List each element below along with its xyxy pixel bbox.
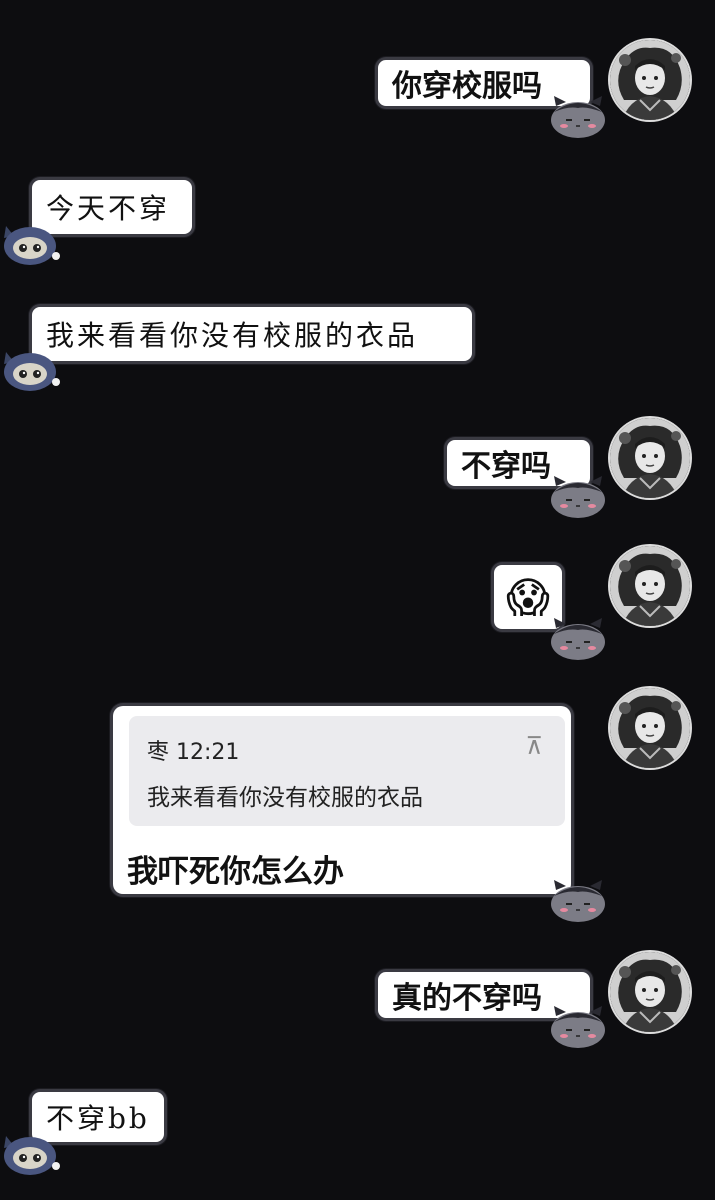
pin-top-icon[interactable]: ⊼ — [525, 732, 543, 760]
sender-avatar[interactable] — [610, 418, 690, 498]
sender-avatar[interactable] — [610, 40, 690, 120]
quote-meta: 枣 12:21 — [147, 734, 239, 766]
quote-text: 我来看看你没有校服的衣品 — [147, 785, 423, 811]
message-text: 你穿校服吗 — [392, 69, 542, 104]
sender-avatar[interactable] — [610, 546, 690, 626]
message-text: 真的不穿吗 — [392, 981, 542, 1016]
message-bubble-received[interactable]: 我来看看你没有校服的衣品 — [32, 307, 472, 361]
blue-ninja-blob-sticker — [0, 344, 64, 392]
message-text: 我吓死你怎么办 — [127, 854, 344, 890]
gray-cat-blob-sticker — [546, 876, 610, 924]
gray-cat-blob-sticker — [546, 1002, 610, 1050]
sender-avatar[interactable] — [610, 952, 690, 1032]
quote-reply-bubble[interactable]: 枣 12:21 我来看看你没有校服的衣品 ⊼ 我吓死你怎么办 — [113, 706, 571, 894]
quote-time: 12:21 — [176, 740, 240, 765]
gray-cat-blob-sticker — [546, 614, 610, 662]
blue-ninja-blob-sticker — [0, 218, 64, 266]
quote-sender: 枣 — [147, 740, 170, 765]
message-text: 今天不穿 — [46, 192, 171, 225]
blue-ninja-blob-sticker — [0, 1128, 64, 1176]
sender-avatar[interactable] — [610, 688, 690, 768]
message-text: 我来看看你没有校服的衣品 — [46, 319, 419, 352]
screaming-face-emoji: 😱 — [506, 572, 550, 622]
quoted-message[interactable]: 枣 12:21 我来看看你没有校服的衣品 ⊼ — [129, 716, 565, 826]
gray-cat-blob-sticker — [546, 472, 610, 520]
gray-cat-blob-sticker — [546, 92, 610, 140]
message-text: 不穿吗 — [461, 449, 551, 484]
